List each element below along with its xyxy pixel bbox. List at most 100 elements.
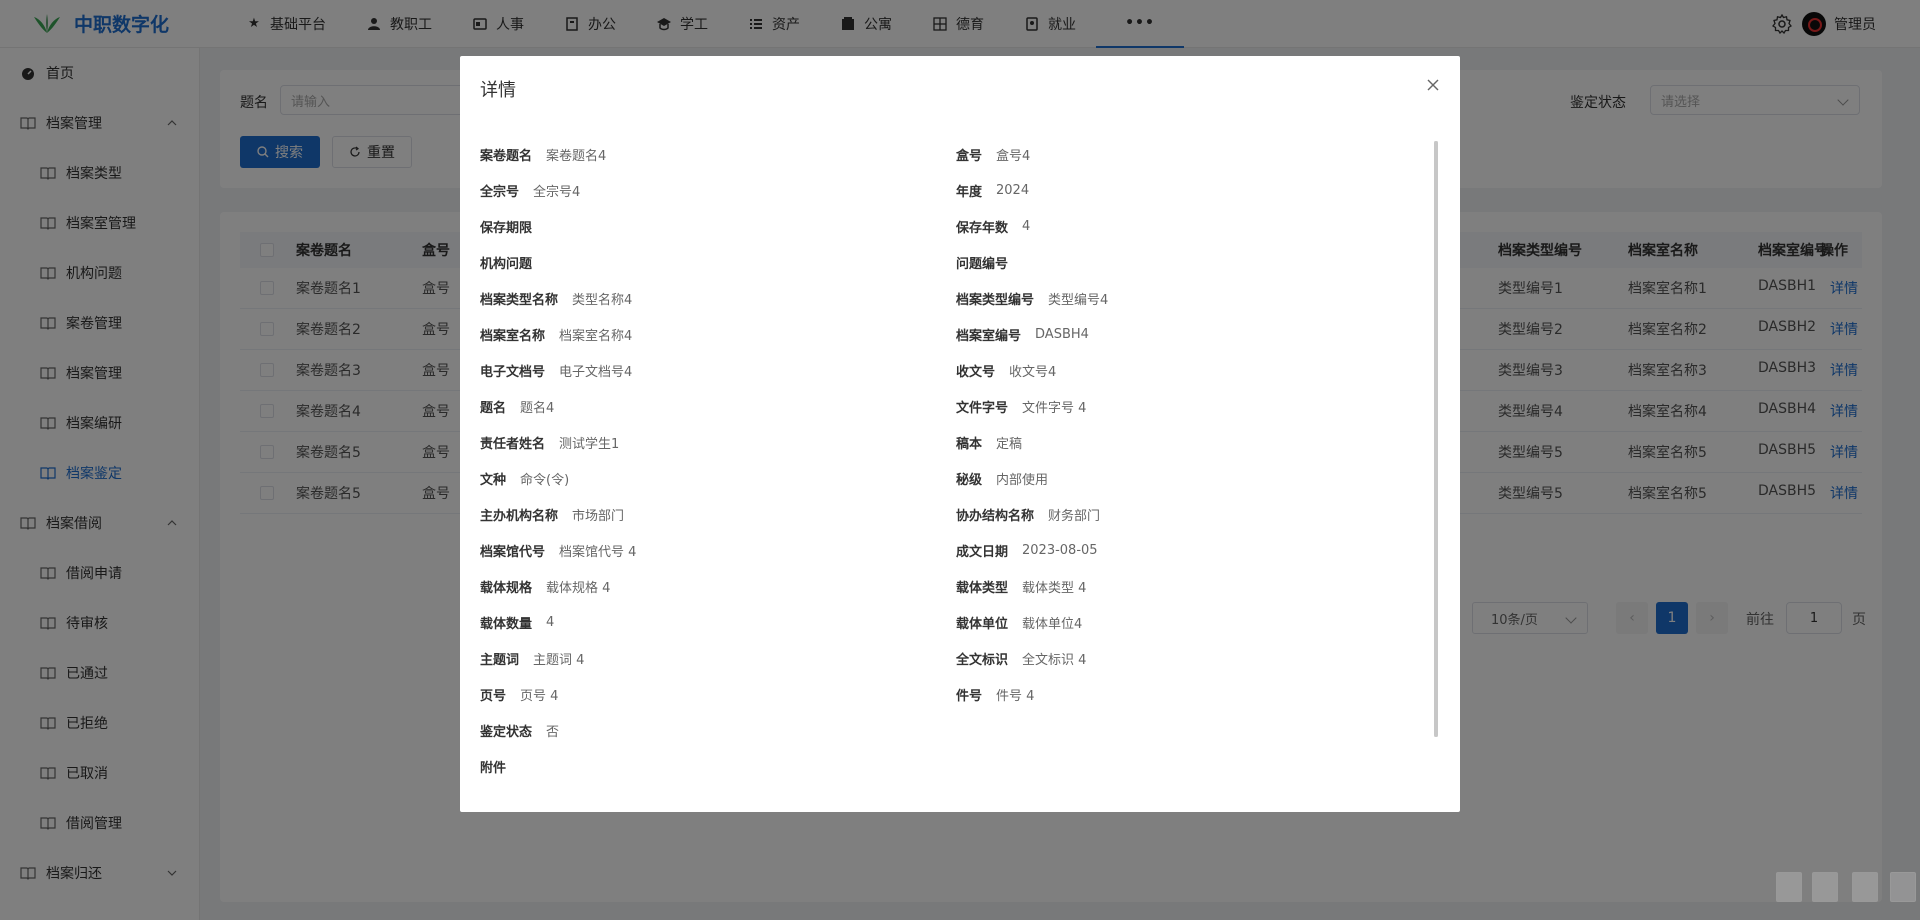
detail-row: 主题词 主题词 4 全文标识 全文标识 4 <box>480 640 1435 676</box>
detail-field: 鉴定状态否 <box>480 712 559 748</box>
field-label: 档案类型名称 <box>480 292 559 308</box>
detail-row: 机构问题 问题编号 <box>480 244 1435 280</box>
field-value: 页号 4 <box>520 688 559 704</box>
detail-row: 全宗号 全宗号4 年度 2024 <box>480 172 1435 208</box>
field-value: 电子文档号4 <box>559 364 633 380</box>
field-value: 件号 4 <box>996 688 1035 704</box>
field-label: 主题词 <box>480 652 520 668</box>
detail-field: 成文日期 2023-08-05 <box>956 532 1098 568</box>
field-value: 收文号4 <box>1009 364 1057 380</box>
field-value: 2024 <box>996 182 1030 198</box>
detail-field: 件号 件号 4 <box>956 676 1034 712</box>
detail-field: 页号 页号 4 <box>480 676 558 712</box>
detail-field: 附件 <box>480 748 520 784</box>
field-label: 年度 <box>956 184 983 200</box>
field-label: 全宗号 <box>480 184 520 200</box>
field-value: 盒号4 <box>996 148 1031 164</box>
field-label: 件号 <box>956 688 983 704</box>
field-value: 市场部门 <box>572 508 625 524</box>
field-value: 财务部门 <box>1048 508 1101 524</box>
field-value: 类型名称4 <box>572 292 633 308</box>
detail-row: 档案馆代号 档案馆代号 4 成文日期 2023-08-05 <box>480 532 1435 568</box>
field-value: 文件字号 4 <box>1022 400 1087 416</box>
detail-row: 电子文档号 电子文档号4 收文号 收文号4 <box>480 352 1435 388</box>
detail-row: 责任者姓名 测试学生1 稿本 定稿 <box>480 424 1435 460</box>
field-value: DASBH4 <box>1035 326 1089 342</box>
detail-row: 题名 题名4 文件字号 文件字号 4 <box>480 388 1435 424</box>
detail-field: 载体单位 载体单位4 <box>956 604 1082 640</box>
detail-field: 全文标识 全文标识 4 <box>956 640 1086 676</box>
field-label: 载体规格 <box>480 580 533 596</box>
field-value: 案卷题名4 <box>546 148 607 164</box>
field-label: 档案类型编号 <box>956 292 1035 308</box>
detail-row: 主办机构名称 市场部门 协办结构名称 财务部门 <box>480 496 1435 532</box>
detail-modal: 详情 案卷题名 案卷题名4 盒号 盒号4 全宗号 全宗号4 年度 2024 保存期限 保存年数 4 机… <box>460 56 1460 812</box>
field-value: 4 <box>546 614 555 630</box>
field-label: 问题编号 <box>956 256 1009 272</box>
field-value: 档案馆代号 4 <box>559 544 637 560</box>
detail-row: 页号 页号 4 件号 件号 4 <box>480 676 1435 712</box>
field-label: 保存年数 <box>956 220 1009 236</box>
field-label: 附件 <box>480 760 507 776</box>
toolbar-square-icon[interactable] <box>1890 872 1916 902</box>
detail-field: 主办机构名称 市场部门 <box>480 496 624 532</box>
detail-field: 档案类型编号 类型编号4 <box>956 280 1108 316</box>
detail-field: 年度 2024 <box>956 172 1029 208</box>
close-icon[interactable] <box>1426 78 1440 92</box>
detail-field: 载体规格 载体规格 4 <box>480 568 610 604</box>
detail-field: 文种 命令(令) <box>480 460 569 496</box>
field-label: 盒号 <box>956 148 983 164</box>
detail-row: 载体规格 载体规格 4 载体类型 载体类型 4 <box>480 568 1435 604</box>
detail-field: 电子文档号 电子文档号4 <box>480 352 632 388</box>
scrollbar-thumb[interactable] <box>1434 141 1438 737</box>
field-value: 2023-08-05 <box>1022 542 1098 558</box>
field-value: 全文标识 4 <box>1022 652 1087 668</box>
detail-field: 案卷题名 案卷题名4 <box>480 136 606 172</box>
field-value: 载体规格 4 <box>546 580 611 596</box>
field-label: 机构问题 <box>480 256 533 272</box>
field-label: 责任者姓名 <box>480 436 546 452</box>
toolbar-square-icon[interactable] <box>1812 872 1838 902</box>
field-value: 主题词 4 <box>533 652 585 668</box>
detail-field: 档案类型名称 类型名称4 <box>480 280 632 316</box>
field-value: 题名4 <box>520 400 555 416</box>
detail-field: 机构问题 <box>480 244 546 280</box>
field-label: 秘级 <box>956 472 983 488</box>
detail-row: 文种 命令(令) 秘级 内部使用 <box>480 460 1435 496</box>
detail-row: 档案室名称 档案室名称4 档案室编号 DASBH4 <box>480 316 1435 352</box>
toolbar-square-icon[interactable] <box>1776 872 1802 902</box>
field-value: 否 <box>546 724 560 740</box>
field-value: 类型编号4 <box>1048 292 1109 308</box>
modal-title: 详情 <box>480 80 516 101</box>
detail-field: 载体数量 4 <box>480 604 554 640</box>
field-label: 电子文档号 <box>480 364 546 380</box>
field-label: 载体类型 <box>956 580 1009 596</box>
detail-field: 档案馆代号 档案馆代号 4 <box>480 532 636 568</box>
detail-field: 协办结构名称 财务部门 <box>956 496 1100 532</box>
detail-field: 题名 题名4 <box>480 388 554 424</box>
field-value: 载体单位4 <box>1022 616 1083 632</box>
detail-field: 保存年数 4 <box>956 208 1030 244</box>
toolbar-square-icon[interactable] <box>1852 872 1878 902</box>
detail-field: 收文号 收文号4 <box>956 352 1056 388</box>
field-label: 案卷题名 <box>480 148 533 164</box>
field-label: 载体单位 <box>956 616 1009 632</box>
detail-field: 保存期限 <box>480 208 546 244</box>
field-value: 载体类型 4 <box>1022 580 1087 596</box>
detail-field: 主题词 主题词 4 <box>480 640 584 676</box>
detail-row: 保存期限 保存年数 4 <box>480 208 1435 244</box>
field-label: 文种 <box>480 472 507 488</box>
field-value: 测试学生1 <box>559 436 620 452</box>
field-label: 稿本 <box>956 436 983 452</box>
detail-row: 附件 <box>480 748 1435 784</box>
detail-field: 问题编号 <box>956 244 1022 280</box>
field-value: 档案室名称4 <box>559 328 633 344</box>
field-label: 档案室编号 <box>956 328 1022 344</box>
field-label: 鉴定状态 <box>480 724 533 740</box>
detail-row: 鉴定状态否 <box>480 712 1435 748</box>
modal-body: 案卷题名 案卷题名4 盒号 盒号4 全宗号 全宗号4 年度 2024 保存期限 保存年数 4 机构问题… <box>480 136 1435 796</box>
detail-field: 稿本 定稿 <box>956 424 1022 460</box>
field-value: 定稿 <box>996 436 1023 452</box>
detail-field: 档案室名称 档案室名称4 <box>480 316 632 352</box>
detail-field: 秘级 内部使用 <box>956 460 1048 496</box>
